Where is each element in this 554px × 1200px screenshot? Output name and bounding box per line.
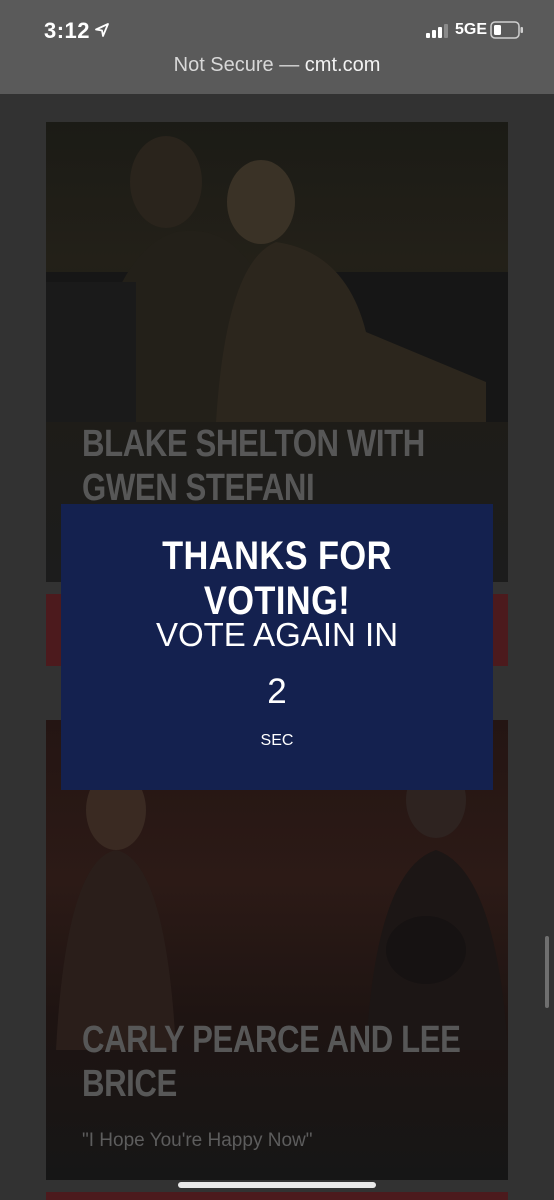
countdown-unit: SEC — [260, 732, 294, 749]
nominee-title-line1: CARLY PEARCE AND LEE — [82, 1019, 461, 1061]
nominee-title-line1: BLAKE SHELTON WITH — [82, 423, 425, 465]
status-bar: 3:12 5GE — [0, 0, 554, 46]
security-label: Not Secure — — [173, 54, 300, 76]
vote-button[interactable] — [46, 1192, 508, 1200]
battery-icon — [490, 21, 523, 39]
scroll-indicator[interactable] — [545, 936, 549, 1008]
home-indicator[interactable] — [178, 1182, 376, 1188]
url-domain: cmt.com — [304, 54, 381, 76]
network-type-label: 5GE — [455, 21, 488, 38]
modal-title: THANKS FOR VOTING! — [162, 534, 392, 623]
nominee-title-line2: BRICE — [82, 1063, 177, 1105]
countdown-value: 2 — [267, 672, 287, 711]
location-arrow-icon — [95, 23, 109, 37]
nominee-title: CARLY PEARCE AND LEE BRICE — [82, 1018, 467, 1106]
vote-confirmation-modal: THANKS FOR VOTING! VOTE AGAIN IN 2 SEC — [61, 504, 493, 790]
modal-subtitle: VOTE AGAIN IN — [155, 616, 399, 653]
url-text[interactable]: Not Secure — cmt.com — [0, 54, 554, 77]
phone-screen: 3:12 5GE Not Secure — cmt.com BLAKE SHEL… — [0, 0, 554, 1200]
status-time: 3:12 — [44, 18, 91, 43]
signal-bars-icon — [426, 24, 448, 38]
browser-url-bar[interactable]: Not Secure — cmt.com — [0, 46, 554, 94]
nominee-title: BLAKE SHELTON WITH GWEN STEFANI — [82, 422, 459, 510]
song-title: "I Hope You're Happy Now" — [82, 1130, 313, 1151]
